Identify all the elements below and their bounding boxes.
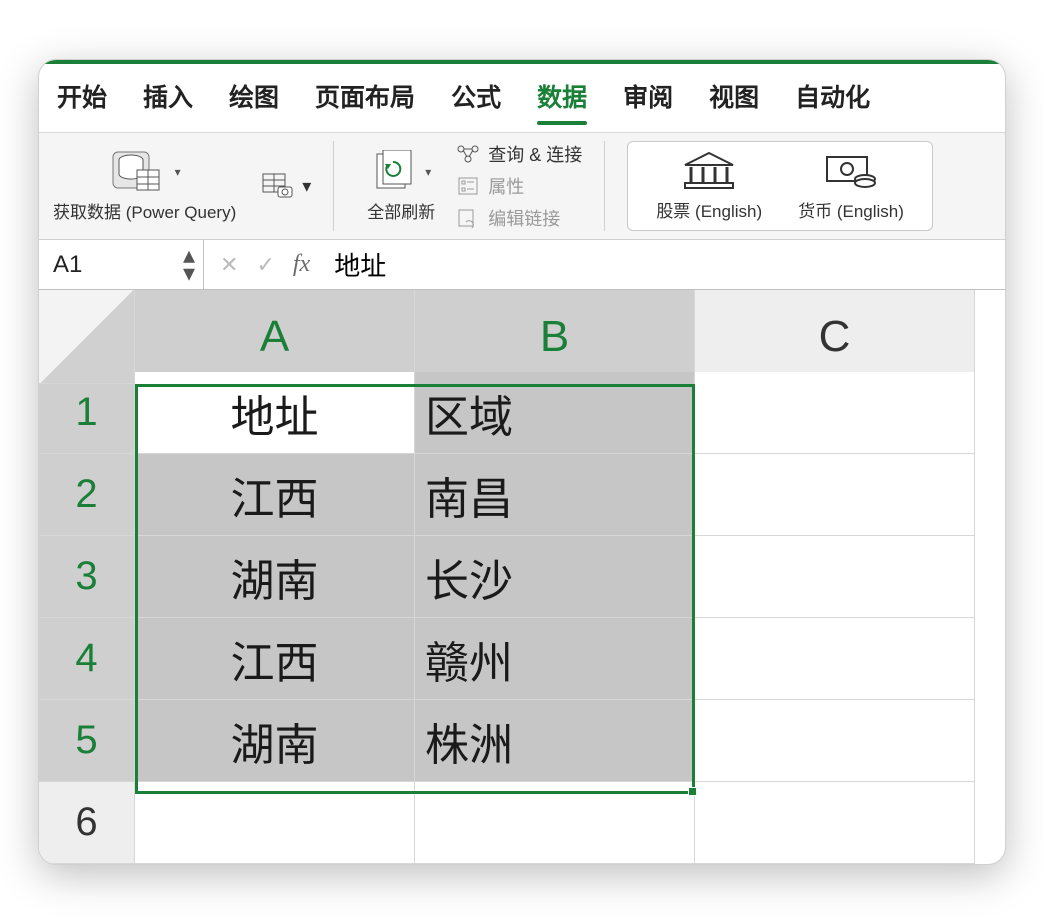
row-header-4[interactable]: 4 <box>39 618 135 700</box>
cell-A2[interactable]: 江西 <box>135 454 415 536</box>
tab-page-layout[interactable]: 页面布局 <box>315 78 415 124</box>
connections-stack: 查询 & 连接 属性 <box>456 141 582 231</box>
tab-data[interactable]: 数据 <box>537 78 587 124</box>
enter-icon[interactable]: ✓ <box>256 252 274 278</box>
currency-label: 货币 (English) <box>798 197 904 222</box>
cell-B4[interactable]: 赣州 <box>415 618 695 700</box>
get-data-label: 获取数据 (Power Query) <box>53 198 236 223</box>
row-header-1[interactable]: 1 <box>39 372 135 454</box>
cell-A1[interactable]: 地址 <box>135 372 415 454</box>
stocks-label: 股票 (English) <box>656 197 762 222</box>
properties-button: 属性 <box>456 173 582 199</box>
group-get-data: ▾ 获取数据 (Power Query) <box>49 141 240 231</box>
column-header-C[interactable]: C <box>695 290 975 384</box>
cell-C2[interactable] <box>695 454 975 536</box>
group-refresh: ▾ 全部刷新 查询 & 连接 <box>356 141 582 231</box>
spinner-down-icon[interactable]: ▾ <box>183 265 195 283</box>
separator <box>604 141 605 231</box>
edit-links-icon <box>456 208 480 228</box>
cell-B5[interactable]: 株洲 <box>415 700 695 782</box>
data-from-picture-button[interactable]: ▾ <box>262 173 311 199</box>
name-box[interactable]: A1 ▴ ▾ <box>39 240 204 289</box>
cell-A6[interactable] <box>135 782 415 864</box>
connections-icon <box>456 144 480 164</box>
formula-controls: ✕ ✓ fx <box>204 240 326 289</box>
cell-A3[interactable]: 湖南 <box>135 536 415 618</box>
tab-insert[interactable]: 插入 <box>143 78 193 124</box>
data-types-gallery[interactable]: 股票 (English) 货币 (English) <box>627 141 933 231</box>
cell-C3[interactable] <box>695 536 975 618</box>
refresh-icon <box>371 150 421 194</box>
tab-formulas[interactable]: 公式 <box>451 78 501 124</box>
cell-B1[interactable]: 区域 <box>415 372 695 454</box>
cell-B2[interactable]: 南昌 <box>415 454 695 536</box>
cell-B3[interactable]: 长沙 <box>415 536 695 618</box>
properties-icon <box>456 176 480 196</box>
separator <box>333 141 334 231</box>
cell-C1[interactable] <box>695 372 975 454</box>
bank-icon <box>681 151 737 191</box>
formula-bar: A1 ▴ ▾ ✕ ✓ fx <box>39 240 1005 290</box>
cell-A4[interactable]: 江西 <box>135 618 415 700</box>
excel-window: 开始 插入 绘图 页面布局 公式 数据 审阅 视图 自动化 <box>38 59 1006 865</box>
currency-icon <box>823 151 879 191</box>
get-data-button[interactable]: ▾ 获取数据 (Power Query) <box>49 148 240 225</box>
ribbon-tabs: 开始 插入 绘图 页面布局 公式 数据 审阅 视图 自动化 <box>39 64 1005 133</box>
name-box-value: A1 <box>53 251 82 279</box>
tab-view[interactable]: 视图 <box>709 78 759 124</box>
cell-B6[interactable] <box>415 782 695 864</box>
edit-links-button: 编辑链接 <box>456 205 582 231</box>
select-all-corner[interactable] <box>39 290 135 384</box>
edit-links-label: 编辑链接 <box>488 205 560 231</box>
stocks-datatype[interactable]: 股票 (English) <box>656 151 762 222</box>
group-camera: ▾ <box>262 141 311 231</box>
row-header-2[interactable]: 2 <box>39 454 135 536</box>
cell-A5[interactable]: 湖南 <box>135 700 415 782</box>
row-header-6[interactable]: 6 <box>39 782 135 864</box>
properties-label: 属性 <box>488 173 524 199</box>
row-header-3[interactable]: 3 <box>39 536 135 618</box>
cell-C4[interactable] <box>695 618 975 700</box>
ribbon-toolbar: ▾ 获取数据 (Power Query) ▾ <box>39 133 1005 240</box>
cell-C6[interactable] <box>695 782 975 864</box>
fx-icon[interactable]: fx <box>293 251 310 278</box>
cancel-icon[interactable]: ✕ <box>220 252 238 278</box>
tab-review[interactable]: 审阅 <box>623 78 673 124</box>
currency-datatype[interactable]: 货币 (English) <box>798 151 904 222</box>
tab-automate[interactable]: 自动化 <box>795 78 870 124</box>
queries-connections-button[interactable]: 查询 & 连接 <box>456 141 582 167</box>
column-header-B[interactable]: B <box>415 290 695 384</box>
chevron-down-icon: ▾ <box>425 165 431 179</box>
table-camera-icon <box>262 173 294 199</box>
queries-connections-label: 查询 & 连接 <box>488 141 582 167</box>
tab-home[interactable]: 开始 <box>57 78 107 124</box>
row-header-5[interactable]: 5 <box>39 700 135 782</box>
grid: A B C 1 地址 区域 2 江西 南昌 3 湖南 长沙 4 江西 赣州 5 <box>39 290 1005 864</box>
refresh-all-button[interactable]: ▾ 全部刷新 <box>356 148 446 225</box>
worksheet[interactable]: A B C 1 地址 区域 2 江西 南昌 3 湖南 长沙 4 江西 赣州 5 <box>39 290 1005 864</box>
tab-draw[interactable]: 绘图 <box>229 78 279 124</box>
formula-input[interactable] <box>326 240 1005 289</box>
chevron-down-icon: ▾ <box>175 165 181 179</box>
name-box-spinner[interactable]: ▴ ▾ <box>183 247 195 283</box>
database-icon <box>109 150 171 194</box>
refresh-all-label: 全部刷新 <box>367 198 435 223</box>
column-header-A[interactable]: A <box>135 290 415 384</box>
cell-C5[interactable] <box>695 700 975 782</box>
chevron-down-icon: ▾ <box>302 176 311 197</box>
